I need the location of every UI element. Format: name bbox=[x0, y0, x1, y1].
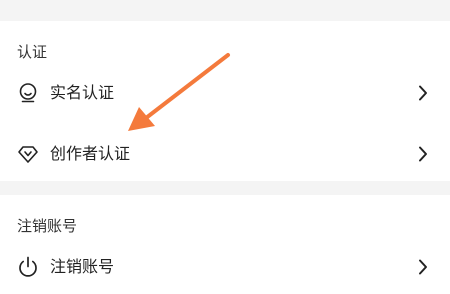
chevron-right-icon bbox=[418, 259, 428, 275]
menu-item-cancel-account[interactable]: 注销账号 bbox=[0, 245, 450, 289]
menu-item-real-name-auth[interactable]: 实名认证 bbox=[0, 71, 450, 115]
chevron-right-icon bbox=[418, 146, 428, 162]
cancel-account-section: 注销账号 注销账号 bbox=[0, 195, 450, 294]
creator-badge-icon bbox=[16, 142, 40, 166]
top-divider bbox=[0, 0, 450, 10]
auth-section: 认证 实名认证 创作者认证 bbox=[0, 21, 450, 181]
section-title-auth: 认证 bbox=[17, 43, 48, 61]
section-title-cancel: 注销账号 bbox=[17, 217, 78, 235]
power-icon bbox=[16, 255, 40, 279]
menu-item-label: 创作者认证 bbox=[50, 144, 131, 163]
menu-item-label: 注销账号 bbox=[50, 257, 115, 276]
chevron-right-icon bbox=[418, 85, 428, 101]
face-id-icon bbox=[16, 81, 40, 105]
menu-item-label: 实名认证 bbox=[50, 83, 115, 102]
menu-item-creator-auth[interactable]: 创作者认证 bbox=[0, 132, 450, 176]
